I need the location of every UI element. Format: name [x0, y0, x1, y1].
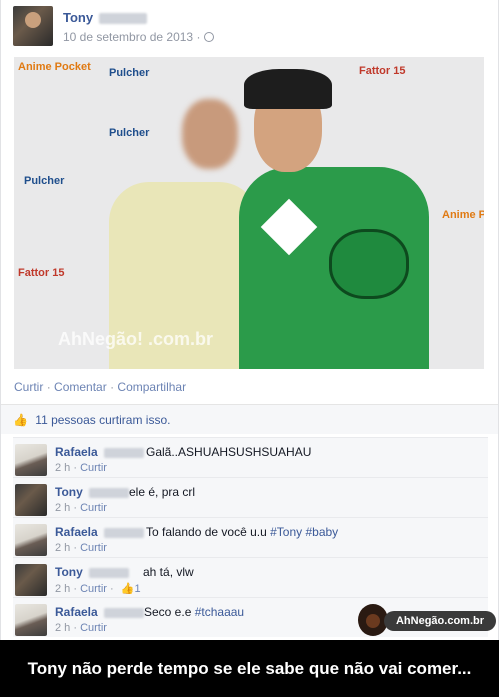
- blurred-surname: [88, 567, 129, 578]
- comment-meta: 2 h · Curtir: [55, 542, 107, 554]
- globe-icon: [204, 32, 215, 42]
- commenter-name[interactable]: Tony: [55, 565, 129, 579]
- comment-like-link[interactable]: Curtir: [80, 622, 107, 634]
- commenter-avatar[interactable]: [15, 484, 47, 516]
- photo-watermark: AhNegão! .com.br: [58, 329, 214, 349]
- commenter-name[interactable]: Rafaela: [55, 445, 144, 459]
- likes-summary: 👍 11 pessoas curtiram isso.: [1, 404, 498, 434]
- blurred-surname: [88, 487, 129, 498]
- thumbs-up-icon: 👍: [13, 413, 28, 427]
- comment-item: Rafaela To falando de você u.u #Tony #ba…: [13, 517, 488, 557]
- backdrop-logo: Anime Pocket: [442, 209, 484, 221]
- comment-meta: 2 h · Curtir: [55, 462, 107, 474]
- comment-link[interactable]: Comentar: [54, 380, 107, 394]
- hashtag-link[interactable]: #tchaaau: [195, 605, 244, 619]
- comment-text: Galã..ASHUAHSUSHSUAHAU: [146, 445, 312, 459]
- share-link[interactable]: Compartilhar: [117, 380, 186, 394]
- meme-caption: Tony não perde tempo se ele sabe que não…: [0, 640, 499, 697]
- comment-meta: 2 h · Curtir · 👍1: [55, 583, 141, 595]
- comment-item: Tony ele é, pra crl 2 h · Curtir: [13, 477, 488, 517]
- comment-text: To falando de você u.u #Tony #baby: [146, 525, 339, 539]
- backdrop-logo: Pulcher: [109, 67, 150, 79]
- comment-item: Tony ah tá, vlw 2 h · Curtir · 👍1: [13, 557, 488, 597]
- like-link[interactable]: Curtir: [14, 380, 43, 394]
- backdrop-logo: Fattor 15: [18, 267, 65, 279]
- comment-text: Seco e.e #tchaaau: [144, 605, 245, 619]
- commenter-avatar[interactable]: [15, 604, 47, 636]
- likes-count-link[interactable]: 11 pessoas curtiram isso.: [35, 413, 170, 427]
- comment-item: Rafaela Galã..ASHUAHSUSHSUAHAU 2 h · Cur…: [13, 437, 488, 477]
- post-photo[interactable]: Pulcher Fattor 15 Anime Pocket Pulcher F…: [14, 57, 484, 369]
- facebook-post: Tony 10 de setembro de 2013 · Pulcher Fa…: [0, 0, 499, 640]
- commenter-name[interactable]: Rafaela: [55, 605, 144, 619]
- comment-meta: 2 h · Curtir: [55, 502, 107, 514]
- comment-like-link[interactable]: Curtir: [80, 502, 107, 514]
- author-name[interactable]: Tony: [63, 10, 148, 25]
- blurred-surname: [103, 447, 144, 458]
- comment-text: ah tá, vlw: [143, 565, 194, 579]
- comment-likes-count[interactable]: 1: [134, 583, 140, 595]
- backdrop-logo: Fattor 15: [359, 65, 406, 77]
- blurred-surname: [99, 13, 148, 25]
- commenter-name[interactable]: Tony: [55, 485, 129, 499]
- blurred-surname: [103, 527, 144, 538]
- author-avatar[interactable]: [13, 6, 53, 46]
- spiky-hair: [244, 69, 332, 109]
- hashtag-link[interactable]: #Tony: [270, 525, 302, 539]
- comment-like-link[interactable]: Curtir: [80, 542, 107, 554]
- blurred-surname: [103, 607, 144, 618]
- thumbs-up-icon: 👍: [120, 583, 135, 595]
- commenter-avatar[interactable]: [15, 444, 47, 476]
- ranger-helmet: [329, 229, 409, 299]
- comment-text: ele é, pra crl: [129, 485, 196, 499]
- site-badge-text: AhNegão.com.br: [384, 611, 496, 631]
- post-actions: Curtir · Comentar · Compartilhar: [14, 380, 187, 394]
- backdrop-logo: Pulcher: [24, 175, 65, 187]
- commenter-avatar[interactable]: [15, 564, 47, 596]
- comment-like-link[interactable]: Curtir: [80, 583, 107, 595]
- comment-meta: 2 h · Curtir: [55, 622, 107, 634]
- backdrop-logo: Anime Pocket: [18, 61, 91, 73]
- hashtag-link[interactable]: #baby: [305, 525, 338, 539]
- blurred-face: [182, 99, 238, 169]
- comment-like-link[interactable]: Curtir: [80, 462, 107, 474]
- commenter-name[interactable]: Rafaela: [55, 525, 144, 539]
- commenter-avatar[interactable]: [15, 524, 47, 556]
- post-date[interactable]: 10 de setembro de 2013 ·: [63, 30, 215, 44]
- site-badge: AhNegão.com.br: [358, 604, 496, 636]
- backdrop-logo: Pulcher: [109, 127, 150, 139]
